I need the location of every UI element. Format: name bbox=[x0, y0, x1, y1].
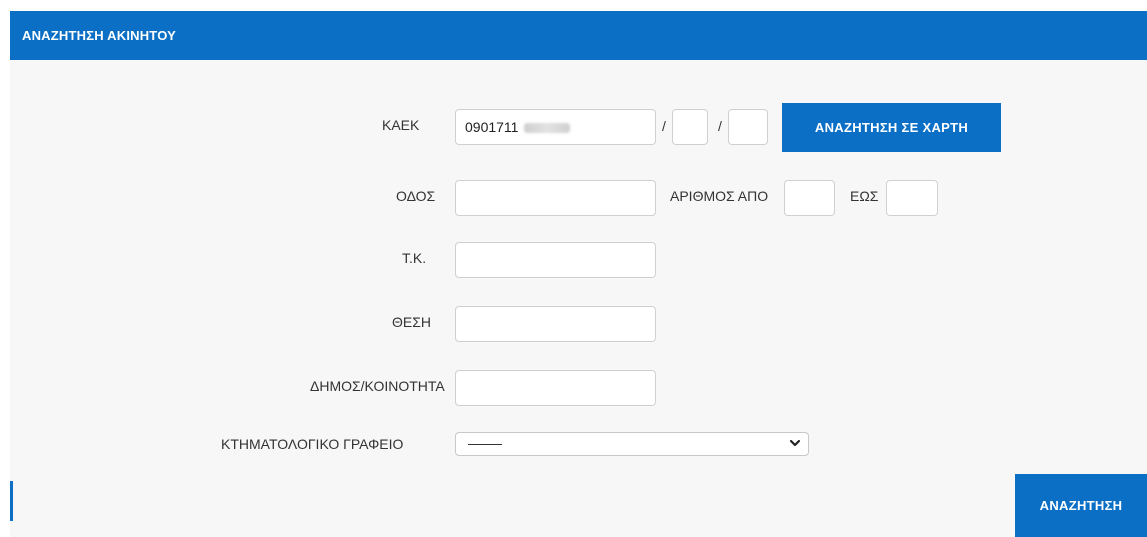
street-input[interactable] bbox=[455, 180, 656, 216]
number-from-label: ΑΡΙΘΜΟΣ ΑΠΟ bbox=[670, 188, 769, 204]
left-accent-bar bbox=[10, 481, 13, 521]
office-label: ΚΤΗΜΑΤΟΛΟΓΙΚΟ ΓΡΑΦΕΙΟ bbox=[221, 436, 404, 452]
municipality-label: ΔΗΜΟΣ/ΚΟΙΝΟΤΗΤΑ bbox=[310, 378, 445, 394]
number-to-input[interactable] bbox=[886, 180, 938, 216]
map-search-button[interactable]: ΑΝΑΖΗΤΗΣΗ ΣΕ ΧΑΡΤΗ bbox=[782, 103, 1001, 152]
kaek-value: 0901711 bbox=[465, 119, 519, 135]
postal-code-label: Τ.Κ. bbox=[402, 250, 427, 266]
location-label: ΘΕΣΗ bbox=[392, 314, 431, 330]
panel-title: ΑΝΑΖΗΤΗΣΗ ΑΚΙΝΗΤΟΥ bbox=[10, 11, 1147, 60]
municipality-input[interactable] bbox=[455, 370, 656, 406]
kaek-separator-2: / bbox=[718, 118, 722, 134]
number-to-label: ΕΩΣ bbox=[850, 188, 879, 204]
search-panel: ΑΝΑΖΗΤΗΣΗ ΑΚΙΝΗΤΟΥ ΚΑΕΚ 0901711 / / ΑΝΑΖ… bbox=[10, 11, 1147, 537]
kaek-part3-input[interactable] bbox=[728, 109, 768, 145]
office-selected-placeholder bbox=[468, 444, 502, 445]
kaek-separator-1: / bbox=[662, 118, 666, 134]
number-from-input[interactable] bbox=[784, 180, 835, 216]
redacted-kaek-digits bbox=[524, 123, 570, 133]
search-button[interactable]: ΑΝΑΖΗΤΗΣΗ bbox=[1015, 474, 1147, 537]
chevron-down-icon bbox=[789, 439, 801, 447]
location-input[interactable] bbox=[455, 306, 656, 342]
kaek-part2-input[interactable] bbox=[672, 109, 708, 145]
kaek-label: ΚΑΕΚ bbox=[382, 117, 420, 133]
street-label: ΟΔΟΣ bbox=[396, 188, 436, 204]
kaek-input[interactable]: 0901711 bbox=[455, 109, 656, 145]
office-select[interactable] bbox=[455, 432, 809, 456]
postal-code-input[interactable] bbox=[455, 242, 656, 278]
